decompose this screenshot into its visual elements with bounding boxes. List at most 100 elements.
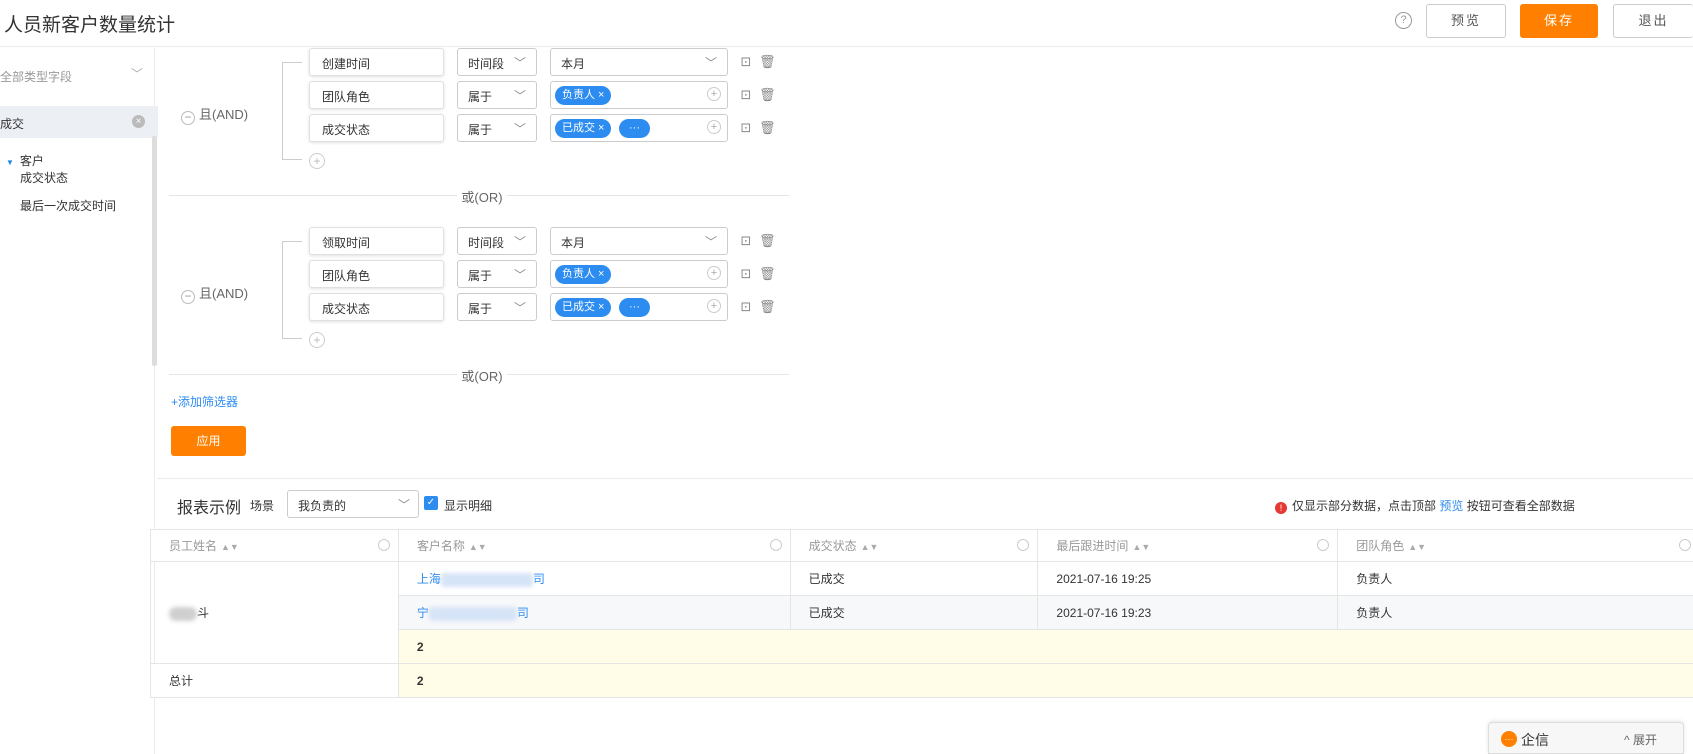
value-tag[interactable]: 已成交 × xyxy=(555,119,612,138)
column-header-status[interactable]: 成交状态 ▲▼ xyxy=(789,529,1039,562)
condition-value-select[interactable]: 已成交 × ··· + xyxy=(550,293,728,321)
chevron-down-icon: ﹀ xyxy=(513,301,526,315)
customer-name-link[interactable]: 上海 司 xyxy=(397,561,791,596)
notice-text: 按钮可查看全部数据 xyxy=(1466,499,1575,513)
sort-icon[interactable]: ▲▼ xyxy=(861,542,879,552)
column-options-icon[interactable] xyxy=(1317,539,1330,551)
condition-field[interactable]: 团队角色 xyxy=(309,260,444,288)
column-options-icon[interactable] xyxy=(769,539,782,551)
add-value-icon[interactable]: + xyxy=(707,266,721,280)
or-label: 或(OR) xyxy=(457,187,507,206)
unlock-icon[interactable]: ⊡ xyxy=(738,120,754,136)
filter-group-logic[interactable]: − 且(AND) xyxy=(181,104,248,125)
help-icon[interactable]: ? xyxy=(1395,12,1412,29)
condition-field[interactable]: 团队角色 xyxy=(309,81,444,109)
group-bracket xyxy=(282,241,302,339)
operator-value: 属于 xyxy=(468,269,493,283)
delete-icon[interactable]: 🗑 xyxy=(759,266,776,282)
chat-widget[interactable]: ··· 企信 ^ 展开 xyxy=(1488,722,1684,754)
field-type-select[interactable]: 全部类型字段 ﹀ xyxy=(0,64,150,88)
delete-icon[interactable]: 🗑 xyxy=(759,54,776,70)
team-role-cell: 负责人 xyxy=(1337,595,1693,630)
condition-value: 本月 xyxy=(561,57,586,71)
condition-operator-select[interactable]: 属于 ﹀ xyxy=(457,260,537,288)
column-options-icon[interactable] xyxy=(1017,539,1030,551)
sort-icon[interactable]: ▲▼ xyxy=(1132,542,1150,552)
unlock-icon[interactable]: ⊡ xyxy=(738,233,754,249)
redacted-text xyxy=(440,572,533,587)
or-label: 或(OR) xyxy=(457,366,507,385)
unlock-icon[interactable]: ⊡ xyxy=(738,299,754,315)
value-tag[interactable]: 负责人 × xyxy=(555,265,612,284)
condition-operator-select[interactable]: 时间段 ﹀ xyxy=(457,227,537,255)
show-detail-checkbox[interactable]: ✓ xyxy=(424,496,438,510)
unlock-icon[interactable]: ⊡ xyxy=(738,266,754,282)
preview-button[interactable]: 预览 xyxy=(1426,4,1506,38)
column-title: 最后跟进时间 xyxy=(1056,539,1129,553)
remove-group-icon[interactable]: − xyxy=(181,111,195,125)
condition-value-select[interactable]: 本月 ﹀ xyxy=(550,48,728,76)
filter-group-logic[interactable]: − 且(AND) xyxy=(181,283,248,304)
scene-label: 场景 xyxy=(250,499,275,513)
sort-icon[interactable]: ▲▼ xyxy=(221,542,239,552)
add-condition-icon[interactable]: + xyxy=(309,153,325,169)
save-button[interactable]: 保存 xyxy=(1520,4,1598,38)
condition-field[interactable]: 成交状态 xyxy=(309,293,444,321)
add-value-icon[interactable]: + xyxy=(707,120,721,134)
field-search-input[interactable]: 成交 × xyxy=(0,106,158,138)
column-header-role[interactable]: 团队角色 ▲▼ xyxy=(1337,529,1693,562)
condition-field[interactable]: 领取时间 xyxy=(309,227,444,255)
column-header-last-follow[interactable]: 最后跟进时间 ▲▼ xyxy=(1037,529,1339,562)
sort-icon[interactable]: ▲▼ xyxy=(469,542,487,552)
condition-field[interactable]: 成交状态 xyxy=(309,114,444,142)
warning-icon: ! xyxy=(1275,502,1287,514)
field-sidebar: 全部类型字段 ﹀ 成交 × ▼ 客户 成交状态 最后一次成交时间 xyxy=(0,48,158,754)
clear-search-icon[interactable]: × xyxy=(132,115,145,128)
field-type-select-value: 全部类型字段 xyxy=(0,70,73,84)
condition-value-select[interactable]: 负责人 × + xyxy=(550,81,728,109)
report-title: 报表示例 xyxy=(177,500,242,517)
condition-field[interactable]: 创建时间 xyxy=(309,48,444,76)
condition-value-select[interactable]: 负责人 × + xyxy=(550,260,728,288)
value-tag[interactable]: 负责人 × xyxy=(555,86,612,105)
condition-operator-select[interactable]: 属于 ﹀ xyxy=(457,114,537,142)
sort-icon[interactable]: ▲▼ xyxy=(1408,542,1426,552)
apply-button[interactable]: 应用 xyxy=(171,426,246,456)
add-value-icon[interactable]: + xyxy=(707,87,721,101)
chevron-down-icon: ﹀ xyxy=(513,89,526,103)
more-tags-badge[interactable]: ··· xyxy=(619,298,650,317)
condition-operator-select[interactable]: 属于 ﹀ xyxy=(457,81,537,109)
remove-group-icon[interactable]: − xyxy=(181,290,195,304)
deal-status-cell: 已成交 xyxy=(789,561,1039,596)
value-tag[interactable]: 已成交 × xyxy=(555,298,612,317)
delete-icon[interactable]: 🗑 xyxy=(759,87,776,103)
column-options-icon[interactable] xyxy=(1679,539,1691,551)
column-header-customer[interactable]: 客户名称 ▲▼ xyxy=(397,529,791,562)
add-condition-icon[interactable]: + xyxy=(309,332,325,348)
condition-operator-select[interactable]: 属于 ﹀ xyxy=(457,293,537,321)
total-row: 总计 2 xyxy=(150,663,1693,698)
condition-value-select[interactable]: 已成交 × ··· + xyxy=(550,114,728,142)
add-filter-link[interactable]: +添加筛选器 xyxy=(171,393,238,410)
unlock-icon[interactable]: ⊡ xyxy=(738,54,754,70)
delete-icon[interactable]: 🗑 xyxy=(759,120,776,136)
chevron-down-icon: ﹀ xyxy=(704,235,717,249)
top-bar: 人员新客户数量统计 ? 预览 保存 退出 xyxy=(0,0,1693,47)
more-tags-badge[interactable]: ··· xyxy=(619,119,650,138)
column-header-employee[interactable]: 员工姓名 ▲▼ xyxy=(150,529,399,562)
condition-operator-select[interactable]: 时间段 ﹀ xyxy=(457,48,537,76)
chat-expand-button[interactable]: ^ 展开 xyxy=(1624,731,1657,748)
tree-item-deal-status[interactable]: 成交状态 xyxy=(20,169,68,186)
unlock-icon[interactable]: ⊡ xyxy=(738,87,754,103)
scene-select[interactable]: 我负责的 ﹀ xyxy=(287,490,419,518)
add-value-icon[interactable]: + xyxy=(707,299,721,313)
exit-button[interactable]: 退出 xyxy=(1613,4,1693,38)
tree-node-customer[interactable]: ▼ 客户 xyxy=(6,152,44,169)
tree-item-last-deal-time[interactable]: 最后一次成交时间 xyxy=(20,197,116,214)
delete-icon[interactable]: 🗑 xyxy=(759,233,776,249)
condition-value-select[interactable]: 本月 ﹀ xyxy=(550,227,728,255)
customer-name-link[interactable]: 宁司 xyxy=(397,595,791,630)
delete-icon[interactable]: 🗑 xyxy=(759,299,776,315)
column-options-icon[interactable] xyxy=(377,539,390,551)
notice-preview-link[interactable]: 预览 xyxy=(1439,499,1463,513)
